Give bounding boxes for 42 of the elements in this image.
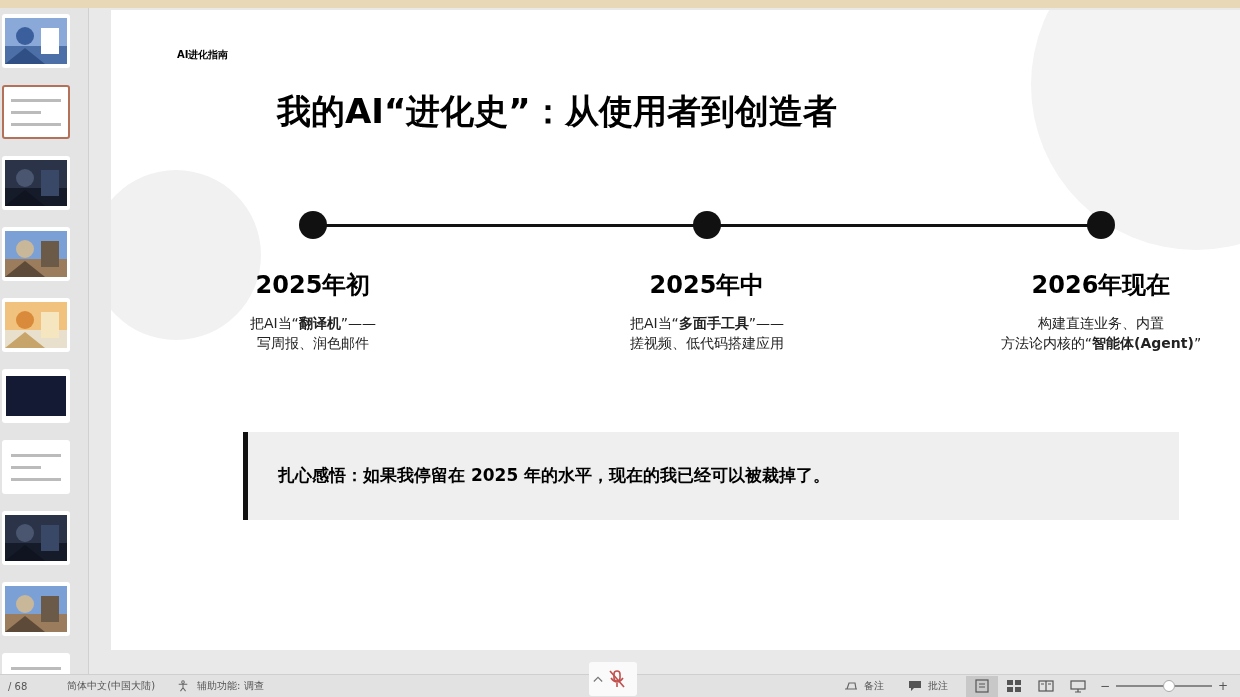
slide-thumbnail[interactable] [2, 511, 70, 565]
zoom-in-button[interactable]: + [1217, 679, 1228, 693]
slide-thumbnail[interactable] [2, 227, 70, 281]
accessibility-status[interactable]: 辅助功能: 调查 [197, 679, 264, 693]
reading-view-icon [1037, 679, 1054, 693]
slide-thumbnail[interactable] [2, 14, 70, 68]
comments-button[interactable]: 批注 [901, 679, 954, 693]
slide-thumbnail[interactable] [2, 156, 70, 210]
zoom-out-button[interactable]: − [1099, 679, 1110, 693]
notes-button[interactable]: 备注 [837, 679, 890, 693]
chevron-up-icon[interactable] [593, 675, 603, 683]
comment-icon [907, 680, 922, 692]
slide-thumbnail[interactable] [2, 85, 70, 139]
show-view-icon [1069, 679, 1086, 693]
normal-view-icon [973, 679, 990, 693]
mic-muted-icon[interactable] [609, 670, 625, 688]
slide-title: 我的AI“进化史”：从使用者到创造者 [277, 92, 837, 132]
slide-preview [11, 453, 61, 481]
timeline-dot [693, 211, 721, 240]
milestone-description: 构建直连业务、内置 方法论内核的“智能体(Agent)” [1000, 314, 1202, 354]
milestone-description: 把AI当“多面手工具”—— 搓视频、低代码搭建应用 [629, 314, 785, 354]
slide-preview [11, 98, 61, 126]
timeline-dot [299, 211, 327, 240]
slide-thumbnail[interactable] [2, 298, 70, 352]
milestone-year: 2025年初 [255, 270, 371, 302]
timeline-dot [1087, 211, 1115, 240]
slide-header: AI进化指南 [177, 48, 229, 62]
language-indicator[interactable]: 简体中文(中国大陆) [67, 679, 156, 693]
sorter-view-icon [1005, 679, 1022, 693]
milestone-description: 把AI当“翻译机”—— 写周报、润色邮件 [249, 314, 377, 354]
slide-thumbnail[interactable] [2, 369, 70, 423]
milestone-year: 2025年中 [649, 270, 765, 302]
accessibility-icon[interactable] [177, 680, 190, 692]
notes-icon [843, 680, 858, 692]
quote-text: 扎心感悟：如果我停留在 2025 年的水平，现在的我已经可以被裁掉了。 [278, 464, 831, 488]
slide-thumbnail[interactable] [2, 582, 70, 636]
slide-counter: / 68 [8, 680, 28, 692]
dark-slide-preview [6, 376, 66, 416]
milestone-year: 2026年现在 [1031, 270, 1171, 302]
normal-view-button[interactable] [965, 675, 998, 697]
slider-thumb[interactable] [1162, 680, 1175, 692]
slide-thumbnail[interactable] [2, 440, 70, 494]
